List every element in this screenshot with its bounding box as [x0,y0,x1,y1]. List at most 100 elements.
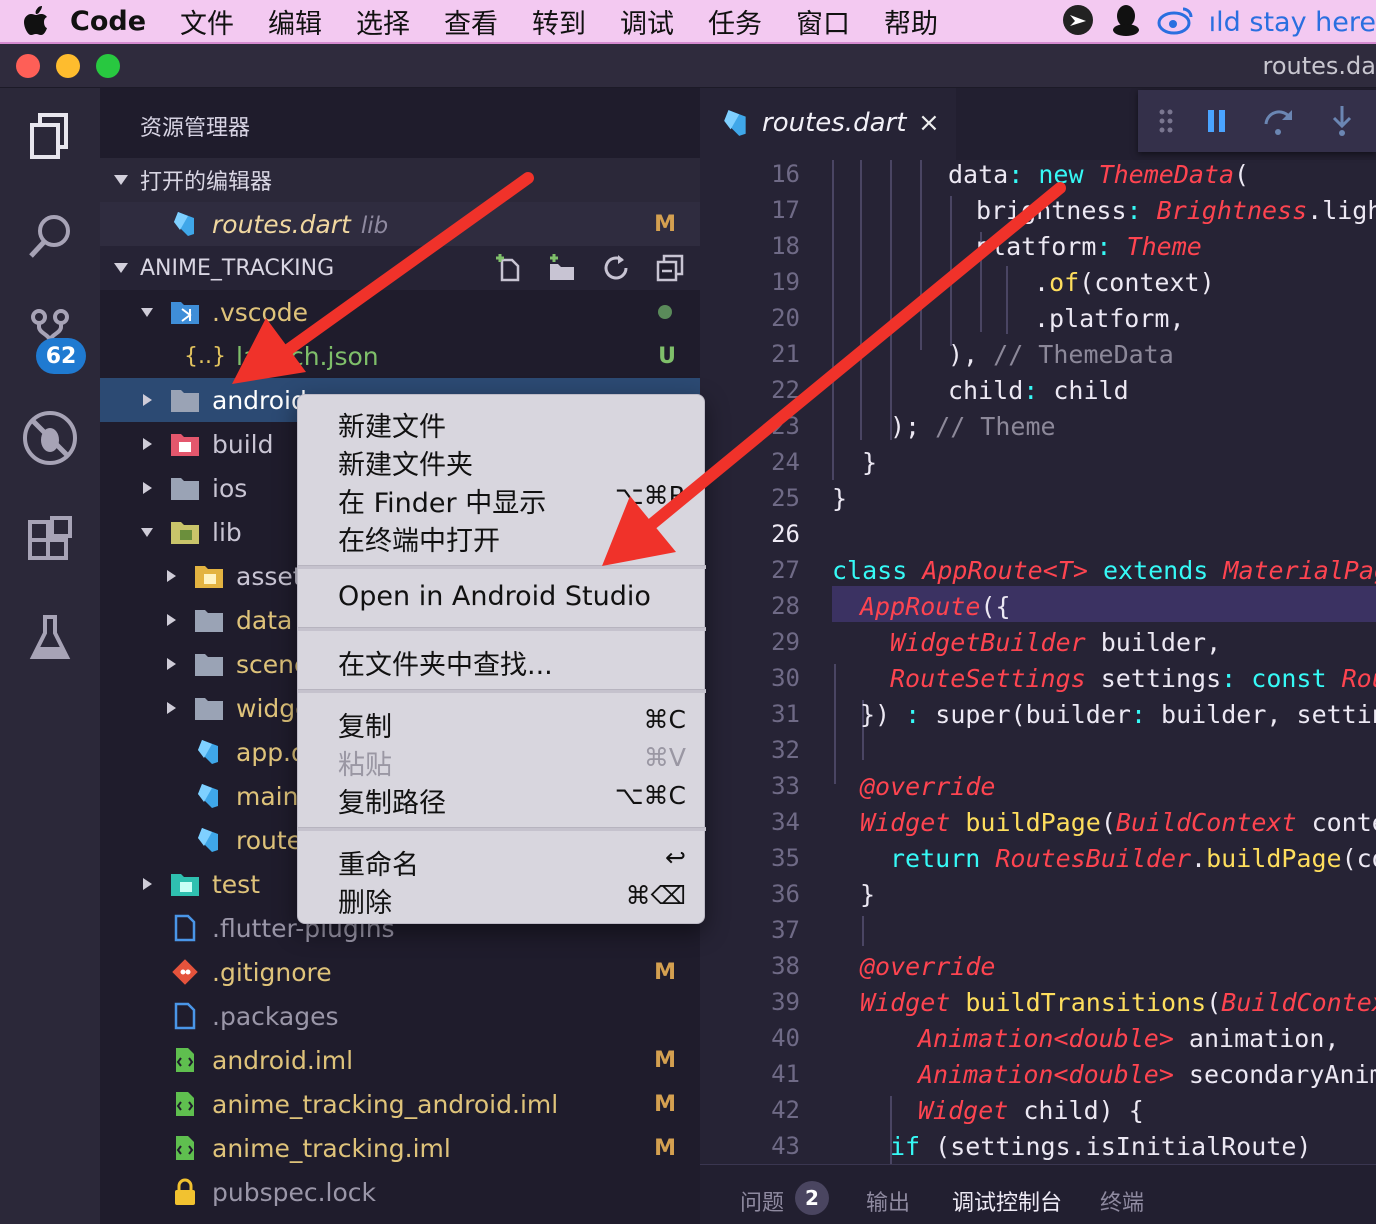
dart-icon [194,782,224,810]
menu-code[interactable]: Code [70,6,146,37]
vpn-icon[interactable] [1061,3,1095,41]
menu-separator [298,827,706,831]
new-folder-icon[interactable] [546,252,578,288]
tree-item-packages[interactable]: .packages [100,994,700,1038]
tree-item-gitignore[interactable]: .gitignore M [100,950,700,994]
chevron-right-icon [142,438,152,450]
project-header[interactable]: ANIME_TRACKING [100,246,700,290]
zoom-window-button[interactable] [96,54,120,78]
tab-routes-dart[interactable]: routes.dart × [700,88,956,160]
tab-terminal[interactable]: 终端 [1100,1185,1144,1217]
context-menu: 新建文件 新建文件夹 在 Finder 中显示 ⌥⌘R 在终端中打开 Open … [297,394,706,924]
menu-selection[interactable]: 选择 [356,2,410,41]
chevron-down-icon [114,175,128,185]
menu-tasks[interactable]: 任务 [708,2,762,41]
tab-output[interactable]: 输出 [866,1185,910,1217]
close-window-button[interactable] [16,54,40,78]
menu-item-rename[interactable]: 重命名 [338,843,419,882]
menu-item-find-in-folder[interactable]: 在文件夹中查找... [338,643,553,682]
iml-file-icon [170,1134,200,1162]
tree-item-label: anime_tracking_android.iml [212,1089,559,1119]
menu-file[interactable]: 文件 [180,2,234,41]
menu-separator [298,627,706,631]
line-number: 32 [771,736,800,764]
menu-edit[interactable]: 编辑 [268,2,322,41]
tree-item-anime-tracking-android-iml[interactable]: anime_tracking_android.iml M [100,1082,700,1126]
drag-handle-icon[interactable] [1158,108,1174,138]
debug-icon[interactable] [18,406,82,470]
apple-icon[interactable] [0,4,70,38]
git-status-badge: M [654,211,676,237]
line-number: 33 [771,772,800,800]
collapse-all-icon[interactable] [654,252,686,288]
tree-item-pubspec-lock[interactable]: pubspec.lock [100,1170,700,1214]
line-number: 28 [771,592,800,620]
git-dot-icon [658,305,672,319]
test-flask-icon[interactable] [18,606,82,670]
line-number: 24 [771,448,800,476]
menu-item-copy-path[interactable]: 复制路径 [338,781,446,820]
shortcut-reveal-in-finder: ⌥⌘R [614,481,686,510]
iml-file-icon [170,1046,200,1074]
line-number: 42 [771,1096,800,1124]
tree-item-android-iml[interactable]: android.iml M [100,1038,700,1082]
menu-view[interactable]: 查看 [444,2,498,41]
json-braces-icon: {..} [184,343,226,369]
line-number: 37 [771,916,800,944]
menu-window[interactable]: 窗口 [796,2,850,41]
tree-item-vscode[interactable]: .vscode [100,290,700,334]
lib-folder-icon [170,518,200,546]
menu-separator [298,565,706,569]
menu-debug[interactable]: 调试 [620,2,674,41]
search-icon[interactable] [18,204,82,268]
open-editor-folder: lib [360,212,389,239]
activity-bar: 62 [0,88,100,1224]
git-status-badge: U [658,343,676,369]
extensions-icon[interactable] [18,506,82,570]
menu-item-open-in-android-studio[interactable]: Open in Android Studio [338,581,651,612]
iml-file-icon [170,1090,200,1118]
folder-icon [170,474,200,502]
menu-item-delete[interactable]: 删除 [338,881,392,920]
step-into-icon[interactable] [1330,104,1354,142]
chevron-right-icon [142,394,152,406]
tree-item-label: android.iml [212,1045,354,1075]
pause-icon[interactable] [1206,108,1228,138]
minimize-window-button[interactable] [56,54,80,78]
line-number: 31 [771,700,800,728]
menu-item-open-in-terminal[interactable]: 在终端中打开 [338,519,500,558]
dart-icon [170,210,200,238]
weibo-icon[interactable] [1157,5,1193,39]
tree-item-launch-json[interactable]: {..} launch.json U [100,334,700,378]
dart-icon [194,738,224,766]
menu-help[interactable]: 帮助 [884,2,938,41]
refresh-icon[interactable] [600,252,632,288]
line-number: 41 [771,1060,800,1088]
qq-icon[interactable] [1111,3,1141,41]
source-control-badge: 62 [36,338,86,374]
close-icon[interactable]: × [918,108,940,138]
chevron-down-icon [114,263,128,273]
tab-debug-console[interactable]: 调试控制台 [952,1185,1062,1217]
shortcut-delete: ⌘⌫ [625,881,686,910]
tab-problems[interactable]: 问题 [740,1185,784,1217]
menubar-tray: ıld stay here [1061,0,1376,44]
step-over-icon[interactable] [1262,104,1296,142]
debug-toolbar [1138,90,1376,152]
test-folder-icon [170,870,200,898]
menu-item-new-folder[interactable]: 新建文件夹 [338,443,473,482]
menu-item-copy[interactable]: 复制 [338,705,392,744]
menu-item-new-file[interactable]: 新建文件 [338,405,446,444]
open-editors-header[interactable]: 打开的编辑器 [100,158,700,202]
menu-go[interactable]: 转到 [532,2,586,41]
open-editor-item[interactable]: routes.dart lib M [100,202,700,246]
explorer-icon[interactable] [18,104,82,168]
tree-item-label: anime_tracking.iml [212,1133,451,1163]
git-status-badge: M [654,959,676,985]
open-editor-name: routes.dart [212,209,351,239]
menu-item-reveal-in-finder[interactable]: 在 Finder 中显示 [338,481,546,520]
new-file-icon[interactable] [492,252,524,288]
bottom-panel: 问题 2 输出 调试控制台 终端 [700,1164,1376,1224]
tree-item-anime-tracking-iml[interactable]: anime_tracking.iml M [100,1126,700,1170]
file-icon [170,1002,200,1030]
